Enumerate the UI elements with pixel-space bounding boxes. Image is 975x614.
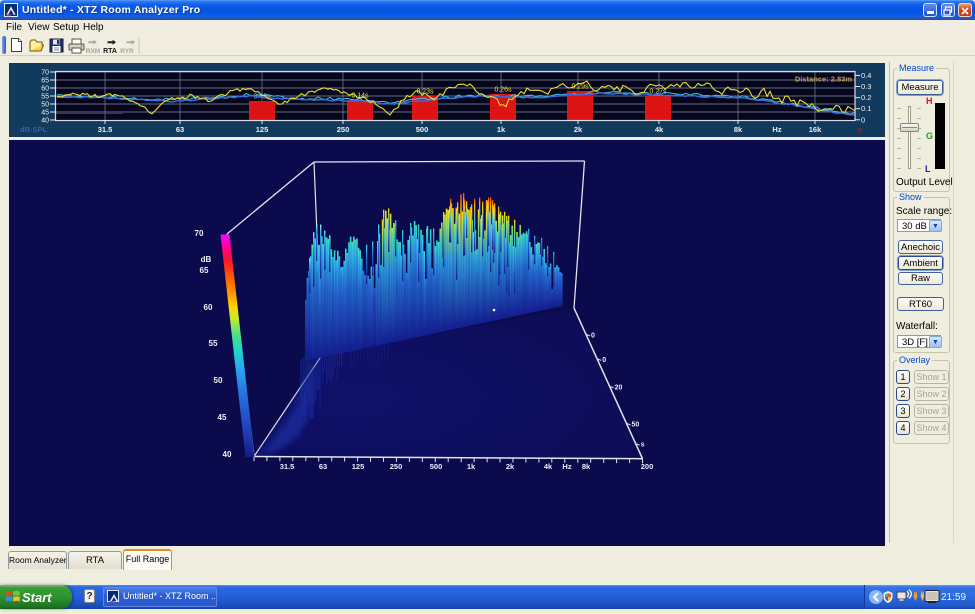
svg-text:500: 500 <box>416 125 429 134</box>
svg-text:50: 50 <box>214 376 223 385</box>
svg-text:500: 500 <box>430 462 443 471</box>
svg-text:0: 0 <box>602 357 606 364</box>
svg-text:Hz: Hz <box>772 125 781 134</box>
svg-text:2k: 2k <box>506 462 515 471</box>
svg-text:Distance: 2.83m: Distance: 2.83m <box>795 75 852 84</box>
svg-text:250: 250 <box>390 462 403 471</box>
svg-text:63: 63 <box>319 462 327 471</box>
svg-text:31.5: 31.5 <box>98 125 113 134</box>
svg-text:2k: 2k <box>574 125 583 134</box>
svg-text:50: 50 <box>632 421 640 428</box>
svg-text:8k: 8k <box>734 125 743 134</box>
svg-text:0.3: 0.3 <box>861 82 871 91</box>
svg-text:0.1: 0.1 <box>861 104 871 113</box>
svg-text:55: 55 <box>209 339 218 348</box>
svg-text:31.5: 31.5 <box>280 462 295 471</box>
svg-text:1k: 1k <box>497 125 506 134</box>
svg-text:40: 40 <box>223 450 232 459</box>
svg-text:250: 250 <box>337 125 350 134</box>
svg-text:16k: 16k <box>809 125 822 134</box>
svg-text:0.4: 0.4 <box>861 71 871 80</box>
svg-text:8k: 8k <box>582 462 591 471</box>
svg-text:4k: 4k <box>544 462 553 471</box>
svg-text:200: 200 <box>641 462 654 471</box>
svg-text:RXM: RXM <box>86 48 100 55</box>
svg-text:Hz: Hz <box>562 462 571 471</box>
svg-text:70: 70 <box>41 70 49 77</box>
svg-text:Start: Start <box>22 590 52 605</box>
svg-text:0.26s: 0.26s <box>494 87 512 94</box>
svg-text:40: 40 <box>41 118 49 125</box>
svg-text:RTA: RTA <box>103 48 117 55</box>
svg-text:4k: 4k <box>655 125 664 134</box>
svg-text:65: 65 <box>41 78 49 85</box>
svg-text:dB-SPL: dB-SPL <box>20 125 48 134</box>
svg-text:65: 65 <box>200 266 209 275</box>
svg-text:55: 55 <box>41 94 49 101</box>
svg-text:45: 45 <box>218 413 227 422</box>
svg-text:63: 63 <box>176 125 184 134</box>
svg-text:20: 20 <box>615 384 623 391</box>
svg-text:0: 0 <box>858 128 862 135</box>
svg-text:60: 60 <box>204 303 213 312</box>
svg-text:dB: dB <box>201 255 212 264</box>
svg-text:s: s <box>641 442 645 449</box>
svg-text:50: 50 <box>41 102 49 109</box>
svg-text:125: 125 <box>352 462 365 471</box>
svg-text:0: 0 <box>861 115 865 124</box>
svg-text:0: 0 <box>591 332 595 339</box>
svg-text:125: 125 <box>256 125 269 134</box>
svg-text:1k: 1k <box>467 462 476 471</box>
svg-text:45: 45 <box>41 110 49 117</box>
svg-text:60: 60 <box>41 86 49 93</box>
svg-text:0.2: 0.2 <box>861 93 871 102</box>
svg-text:RYR: RYR <box>120 48 134 55</box>
svg-text:70: 70 <box>195 229 204 238</box>
